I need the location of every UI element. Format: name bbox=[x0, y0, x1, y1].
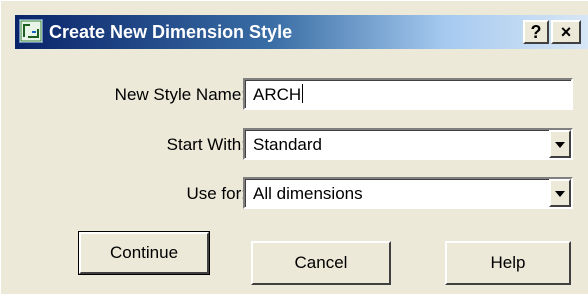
start-with-select[interactable]: Standard bbox=[243, 128, 573, 160]
create-dimension-style-dialog: Create New Dimension Style ? × New Style… bbox=[0, 0, 588, 294]
dialog-title: Create New Dimension Style bbox=[49, 22, 293, 42]
chevron-down-icon bbox=[555, 191, 565, 197]
new-style-name-value: ARCH bbox=[253, 85, 302, 104]
title-bar[interactable]: Create New Dimension Style ? × bbox=[15, 15, 588, 49]
start-with-label: Start With: bbox=[166, 135, 246, 154]
start-with-value: Standard bbox=[253, 135, 322, 154]
chevron-down-icon bbox=[555, 142, 565, 148]
continue-button[interactable]: Continue bbox=[78, 231, 210, 275]
use-for-select[interactable]: All dimensions bbox=[243, 177, 573, 209]
dimension-style-icon bbox=[19, 19, 43, 43]
help-caption-button[interactable]: ? bbox=[523, 20, 549, 44]
new-style-name-label: New Style Name: bbox=[114, 85, 246, 104]
close-button[interactable]: × bbox=[551, 20, 581, 44]
help-button[interactable]: Help bbox=[445, 241, 571, 285]
cancel-button[interactable]: Cancel bbox=[251, 241, 391, 285]
start-with-dropdown-button[interactable] bbox=[549, 130, 571, 158]
new-style-name-input[interactable]: ARCH bbox=[243, 78, 573, 110]
text-caret bbox=[302, 84, 304, 103]
use-for-label: Use for: bbox=[186, 184, 246, 203]
use-for-value: All dimensions bbox=[253, 184, 363, 203]
use-for-dropdown-button[interactable] bbox=[549, 179, 571, 207]
